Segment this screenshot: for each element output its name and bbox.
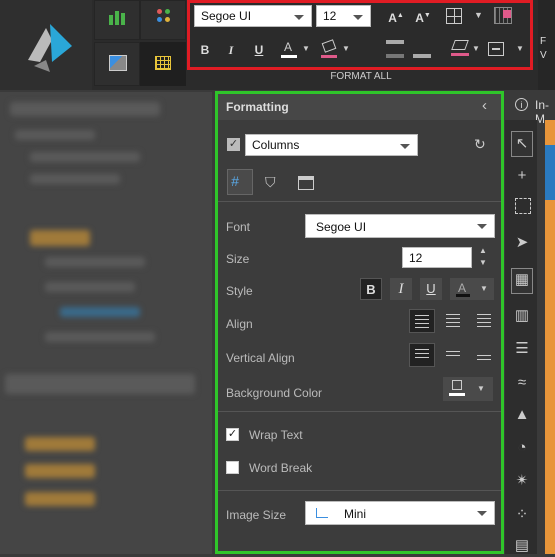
element-checkbox[interactable]: ✓ (227, 138, 240, 151)
table-icon[interactable]: ▦ (511, 268, 533, 294)
palette-button[interactable] (140, 0, 186, 40)
area-icon[interactable]: ▲ (511, 404, 533, 426)
grid-icon (155, 56, 171, 70)
font-label: Font (226, 220, 251, 234)
tab-conditional-format[interactable]: # (227, 169, 253, 195)
background-color-picker[interactable]: ▼ (443, 377, 493, 401)
spin-up-icon[interactable]: ▲ (479, 246, 487, 255)
valign-middle-button[interactable] (440, 343, 466, 367)
cursor-icon[interactable]: ➤ (511, 232, 533, 254)
panel-header: Formatting ‹ (218, 94, 501, 120)
conditional-format-icon: # (231, 173, 239, 189)
font-color-picker[interactable]: A ▼ (450, 278, 494, 300)
wrap-text-label: Wrap Text (249, 428, 303, 442)
crosshair-icon[interactable]: + (511, 165, 533, 187)
align-label: Align (226, 317, 253, 331)
hbars-icon[interactable]: ☰ (511, 338, 533, 360)
align-left-button[interactable] (409, 309, 435, 333)
spin-down-icon[interactable]: ▼ (479, 258, 487, 267)
marquee-icon[interactable] (515, 198, 531, 214)
canvas-edge-highlight (545, 145, 555, 200)
mini-size-icon (316, 508, 328, 518)
image-icon (109, 55, 127, 71)
vertical-align-label: Vertical Align (226, 351, 295, 365)
format-all-highlight (187, 0, 533, 70)
format-all-label: FORMAT ALL (330, 71, 392, 82)
formatting-panel: Formatting ‹ ✓ Columns ↻ # ⛉ Font Segoe … (215, 91, 504, 554)
panel-title: Formatting (226, 100, 289, 114)
logo-icon (28, 24, 72, 72)
partial-label-2: V (540, 50, 547, 61)
pie-icon[interactable]: ◔ (511, 437, 533, 459)
size-label: Size (226, 252, 250, 266)
dots-icon (157, 9, 171, 23)
radar-icon[interactable]: ✴ (511, 470, 533, 492)
image-button[interactable] (94, 42, 140, 86)
size-input-value: 12 (409, 251, 423, 265)
image-size-select[interactable]: Mini (305, 501, 495, 525)
paint-bucket-icon (452, 380, 462, 390)
word-break-checkbox[interactable] (226, 461, 239, 474)
style-label: Style (226, 284, 253, 298)
image-size-value: Mini (344, 507, 367, 521)
bar-chart-icon (109, 9, 127, 25)
left-panel (0, 92, 212, 554)
select-icon[interactable]: ↖ (511, 131, 533, 157)
background-color-label: Background Color (226, 386, 323, 400)
underline-button[interactable]: U (420, 278, 442, 300)
element-select[interactable]: Columns (245, 134, 418, 156)
column-header-icon[interactable] (298, 176, 314, 190)
in-memory-tab[interactable]: i In-M (505, 92, 555, 126)
valign-bottom-button[interactable] (470, 343, 496, 367)
bold-button[interactable]: B (360, 278, 382, 300)
element-select-value: Columns (252, 138, 300, 152)
italic-button[interactable]: I (390, 278, 412, 300)
table-button[interactable] (140, 42, 186, 86)
size-input[interactable]: 12 (402, 247, 472, 268)
reset-icon[interactable]: ↻ (474, 136, 486, 153)
bars-icon[interactable]: ▥ (511, 305, 533, 327)
font-select[interactable]: Segoe UI (305, 214, 495, 238)
chart-button[interactable] (94, 0, 140, 40)
word-break-label: Word Break (249, 461, 313, 475)
font-select-value: Segoe UI (316, 220, 367, 234)
right-ribbon-edge: F V (538, 0, 555, 90)
image-size-label: Image Size (226, 508, 287, 522)
align-center-button[interactable] (440, 309, 466, 333)
info-icon: i (515, 98, 528, 111)
collapse-icon[interactable]: ‹ (482, 97, 487, 114)
align-right-button[interactable] (470, 309, 496, 333)
app-logo (0, 0, 92, 90)
partial-label-1: F (540, 36, 547, 47)
scatter-icon[interactable]: ⁘ (511, 504, 533, 526)
paint-bucket-icon[interactable]: ⛉ (265, 174, 276, 191)
wrap-text-checkbox[interactable]: ✓ (226, 428, 239, 441)
valign-top-button[interactable] (409, 343, 435, 367)
wave-icon[interactable]: ≈ (511, 372, 533, 394)
